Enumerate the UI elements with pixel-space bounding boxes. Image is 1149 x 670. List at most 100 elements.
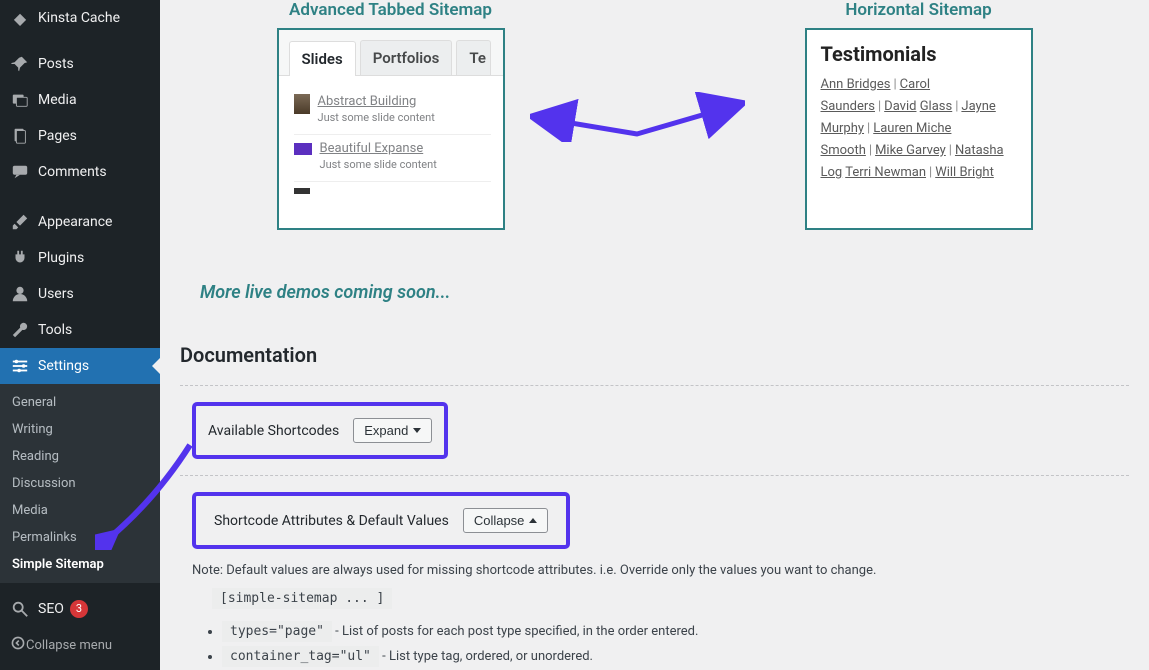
doc-row-title: Shortcode Attributes & Default Values <box>214 513 449 529</box>
collapse-button[interactable]: Collapse <box>463 508 549 533</box>
preview-horizontal-card[interactable]: Testimonials Ann Bridges|Carol Saunders|… <box>805 28 1033 230</box>
code-snippet: container_tag="ul" <box>222 646 379 667</box>
sliders-icon <box>10 356 30 376</box>
submenu-discussion[interactable]: Discussion <box>0 470 160 497</box>
doc-row-title: Available Shortcodes <box>208 423 339 439</box>
page-icon <box>10 126 30 146</box>
menu-label: Settings <box>38 358 89 374</box>
separator: | <box>866 143 875 158</box>
menu-label: Posts <box>38 56 74 72</box>
collapse-label: Collapse menu <box>26 638 112 653</box>
preview-title: Advanced Tabbed Sitemap <box>289 0 492 20</box>
submenu-simple-sitemap[interactable]: Simple Sitemap <box>0 551 160 578</box>
button-label: Collapse <box>474 513 525 528</box>
menu-label: Comments <box>38 164 107 180</box>
tab-portfolios[interactable]: Portfolios <box>360 40 453 75</box>
menu-label: Users <box>38 286 74 302</box>
submenu-general[interactable]: General <box>0 389 160 416</box>
separator: | <box>890 77 899 92</box>
testimonial-link[interactable]: Mike Garvey <box>875 143 946 158</box>
user-icon <box>10 284 30 304</box>
submenu-reading[interactable]: Reading <box>0 443 160 470</box>
attribute-item: types="page" - List of posts for each po… <box>222 621 1117 642</box>
horizontal-card-heading: Testimonials <box>821 42 1017 66</box>
testimonial-link[interactable]: Terri Newman <box>845 165 926 180</box>
slide-thumbnail <box>294 188 310 194</box>
slide-link[interactable]: Abstract Building <box>318 94 435 109</box>
menu-kinsta-cache[interactable]: ◆ Kinsta Cache <box>0 0 160 36</box>
menu-plugins[interactable]: Plugins <box>0 240 160 276</box>
tabs-row: Slides Portfolios Te <box>279 30 503 76</box>
menu-label: Media <box>38 92 77 108</box>
menu-settings[interactable]: Settings <box>0 348 160 384</box>
slide-thumbnail <box>294 143 312 155</box>
submenu-media[interactable]: Media <box>0 497 160 524</box>
tab-body: Abstract Building Just some slide conten… <box>279 76 503 204</box>
chevron-up-icon <box>529 518 537 523</box>
separator: | <box>946 143 955 158</box>
collapse-menu[interactable]: Collapse menu <box>0 627 160 663</box>
tab-testimonials-partial[interactable]: Te <box>456 40 491 75</box>
doc-section-available-shortcodes: Available Shortcodes Expand <box>180 385 1129 475</box>
notification-badge: 3 <box>70 600 88 618</box>
menu-label: Appearance <box>38 214 112 230</box>
plug-icon <box>10 248 30 268</box>
doc-section-shortcode-attrs: Shortcode Attributes & Default Values Co… <box>180 475 1129 670</box>
documentation-heading: Documentation <box>180 343 1129 367</box>
testimonial-link[interactable]: Will Bright <box>935 165 994 180</box>
attribute-description: - List of posts for each post type speci… <box>335 624 698 639</box>
code-snippet: types="page" <box>222 621 332 642</box>
attribute-list: types="page" - List of posts for each po… <box>222 621 1117 667</box>
submenu-permalinks[interactable]: Permalinks <box>0 524 160 551</box>
testimonial-link[interactable]: Lauren Miche <box>873 121 951 136</box>
testimonial-link[interactable]: David <box>884 99 916 114</box>
preview-horizontal: Horizontal Sitemap Testimonials Ann Brid… <box>805 0 1033 230</box>
menu-seo[interactable]: SEO 3 <box>0 591 160 627</box>
submenu-writing[interactable]: Writing <box>0 416 160 443</box>
brush-icon <box>10 212 30 232</box>
menu-comments[interactable]: Comments <box>0 154 160 190</box>
comment-icon <box>10 162 30 182</box>
testimonial-link[interactable]: Ann Bridges <box>821 77 891 92</box>
slide-description: Just some slide content <box>320 158 437 171</box>
settings-page-content: Advanced Tabbed Sitemap Slides Portfolio… <box>160 0 1149 670</box>
menu-pages[interactable]: Pages <box>0 118 160 154</box>
testimonial-link[interactable]: Glass <box>920 99 953 114</box>
menu-appearance[interactable]: Appearance <box>0 204 160 240</box>
wrench-icon <box>10 320 30 340</box>
button-label: Expand <box>364 423 408 438</box>
menu-media[interactable]: Media <box>0 82 160 118</box>
slide-description: Just some slide content <box>318 111 435 124</box>
attribute-item: container_tag="ul" - List type tag, orde… <box>222 646 1117 667</box>
menu-label: Kinsta Cache <box>38 10 120 26</box>
testimonial-link[interactable]: Smooth <box>821 143 866 158</box>
menu-tools[interactable]: Tools <box>0 312 160 348</box>
seo-icon <box>10 599 30 619</box>
demo-preview-row: Advanced Tabbed Sitemap Slides Portfolio… <box>180 0 1129 230</box>
slide-item-partial <box>294 181 491 198</box>
menu-label: Plugins <box>38 250 84 266</box>
separator: | <box>875 99 884 114</box>
preview-tabbed-card[interactable]: Slides Portfolios Te Abstract Building J… <box>277 28 505 230</box>
preview-advanced-tabbed: Advanced Tabbed Sitemap Slides Portfolio… <box>277 0 505 230</box>
menu-label: Pages <box>38 128 77 144</box>
code-snippet: [simple-sitemap ... ] <box>212 588 392 609</box>
doc-note: Note: Default values are always used for… <box>192 563 1117 578</box>
slide-item: Abstract Building Just some slide conten… <box>294 88 491 134</box>
slide-link[interactable]: Beautiful Expanse <box>320 141 437 156</box>
chevron-down-icon <box>413 428 421 433</box>
preview-title: Horizontal Sitemap <box>845 0 991 20</box>
separator: | <box>926 165 935 180</box>
horizontal-links: Ann Bridges|Carol Saunders|David Glass|J… <box>821 74 1017 184</box>
menu-users[interactable]: Users <box>0 276 160 312</box>
media-icon <box>10 90 30 110</box>
coming-soon-text: More live demos coming soon... <box>200 282 1129 303</box>
expand-button[interactable]: Expand <box>353 418 432 443</box>
pin-icon <box>10 54 30 74</box>
menu-label: SEO <box>38 601 64 617</box>
menu-posts[interactable]: Posts <box>0 46 160 82</box>
slide-item: Beautiful Expanse Just some slide conten… <box>294 134 491 181</box>
attribute-description: - List type tag, ordered, or unordered. <box>382 649 593 664</box>
annotation-highlight-box: Shortcode Attributes & Default Values Co… <box>192 492 570 549</box>
tab-slides[interactable]: Slides <box>289 41 356 76</box>
